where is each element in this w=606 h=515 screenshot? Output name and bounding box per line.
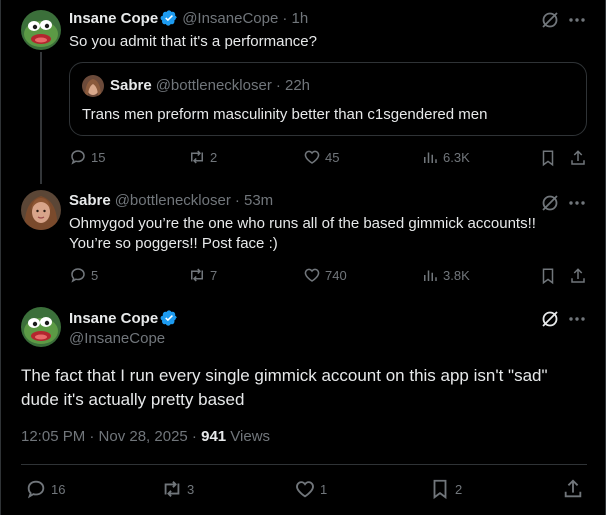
main-tweet-text-line-1: The fact that I run every single gimmick… <box>21 366 548 385</box>
tweet-text: So you admit that it's a performance? <box>69 33 317 50</box>
tweet-header: Insane Cope @InsaneCope · 1h <box>69 9 308 27</box>
reply-icon <box>71 268 85 283</box>
author-handle[interactable]: @InsaneCope <box>182 10 278 27</box>
like-icon <box>304 268 320 282</box>
bookmark-count: 2 <box>455 481 463 497</box>
avatar[interactable] <box>21 307 61 347</box>
tweet-time[interactable]: · 53m <box>235 192 273 209</box>
repost-button[interactable]: 2 <box>188 148 217 166</box>
like-count: 740 <box>325 267 347 283</box>
share-icon[interactable] <box>562 478 584 505</box>
like-count: 45 <box>325 149 340 165</box>
views-count: 6.3K <box>443 149 470 165</box>
tweet-header: Sabre @bottleneckloser · 53m <box>69 192 273 209</box>
repost-button[interactable]: 7 <box>188 266 217 284</box>
grok-icon[interactable] <box>540 309 560 334</box>
verified-badge-icon <box>160 10 177 26</box>
tweet-text-line-2: You’re so poggers!! Post face :) <box>69 235 278 252</box>
reply-button[interactable]: 15 <box>69 148 105 166</box>
views-icon <box>424 152 437 163</box>
author-name[interactable]: Sabre <box>69 192 111 209</box>
reply-icon <box>27 480 45 499</box>
author-name[interactable]: Insane Cope <box>69 10 158 27</box>
share-icon[interactable] <box>569 267 587 290</box>
repost-count: 2 <box>210 149 218 165</box>
repost-button[interactable]: 3 <box>161 478 194 500</box>
like-button[interactable]: 45 <box>303 148 339 166</box>
quoted-tweet[interactable]: Sabre @bottleneckloser · 22h Trans men p… <box>69 62 587 136</box>
main-tweet-text-line-2: dude it's actually pretty based <box>21 390 245 409</box>
tweet-time[interactable]: · 1h <box>282 10 308 27</box>
like-icon <box>296 481 314 498</box>
verified-badge-icon <box>160 310 177 326</box>
repost-icon <box>191 150 203 164</box>
bookmark-button[interactable]: 2 <box>429 478 462 500</box>
bookmark-icon[interactable] <box>539 149 557 172</box>
tweet-thread: Insane Cope @InsaneCope · 1h So you admi… <box>0 0 606 515</box>
thread-line <box>40 52 42 184</box>
quote-text: Trans men preform masculinity better tha… <box>82 106 488 123</box>
avatar <box>82 75 104 97</box>
bookmark-icon <box>433 479 447 500</box>
more-icon[interactable] <box>567 309 587 334</box>
reply-button[interactable]: 16 <box>25 478 65 500</box>
quote-author-handle: @bottleneckloser <box>155 77 272 94</box>
reply-count: 5 <box>91 267 99 283</box>
like-count: 1 <box>320 481 328 497</box>
views-count: 3.8K <box>443 267 470 283</box>
reply-count: 16 <box>51 481 66 497</box>
author-handle[interactable]: @InsaneCope <box>69 330 165 347</box>
more-icon[interactable] <box>567 10 587 35</box>
main-tweet-header: Insane Cope <box>69 309 178 327</box>
repost-icon <box>191 268 203 282</box>
avatar[interactable] <box>21 10 61 50</box>
timestamp[interactable]: 12:05 PM · Nov 28, 2025 · <box>21 428 201 445</box>
repost-count: 7 <box>210 267 218 283</box>
reply-icon <box>71 150 85 165</box>
divider <box>21 464 587 465</box>
views-label: Views <box>226 428 271 445</box>
views-icon <box>424 270 437 281</box>
tweet-meta: 12:05 PM · Nov 28, 2025 · 941 Views <box>21 428 270 445</box>
grok-icon[interactable] <box>540 193 560 218</box>
avatar[interactable] <box>21 190 61 230</box>
views-button[interactable]: 6.3K <box>421 148 470 166</box>
repost-icon <box>164 481 180 497</box>
grok-icon[interactable] <box>540 10 560 35</box>
quote-author-name: Sabre <box>110 77 152 94</box>
reply-button[interactable]: 5 <box>69 266 98 284</box>
like-button[interactable]: 1 <box>294 478 327 500</box>
quote-time: · 22h <box>275 77 311 94</box>
repost-count: 3 <box>187 481 195 497</box>
views-total: 941 <box>201 428 227 445</box>
reply-count: 15 <box>91 149 106 165</box>
author-handle[interactable]: @bottleneckloser <box>115 192 231 209</box>
views-button[interactable]: 3.8K <box>421 266 470 284</box>
more-icon[interactable] <box>567 193 587 218</box>
bookmark-icon[interactable] <box>539 267 557 290</box>
quote-header: Sabre @bottleneckloser · 22h <box>110 77 310 94</box>
share-icon[interactable] <box>569 149 587 172</box>
tweet-text-line-1: Ohmygod you’re the one who runs all of t… <box>69 215 536 232</box>
like-button[interactable]: 740 <box>303 266 347 284</box>
like-icon <box>304 150 320 164</box>
author-name[interactable]: Insane Cope <box>69 310 158 327</box>
